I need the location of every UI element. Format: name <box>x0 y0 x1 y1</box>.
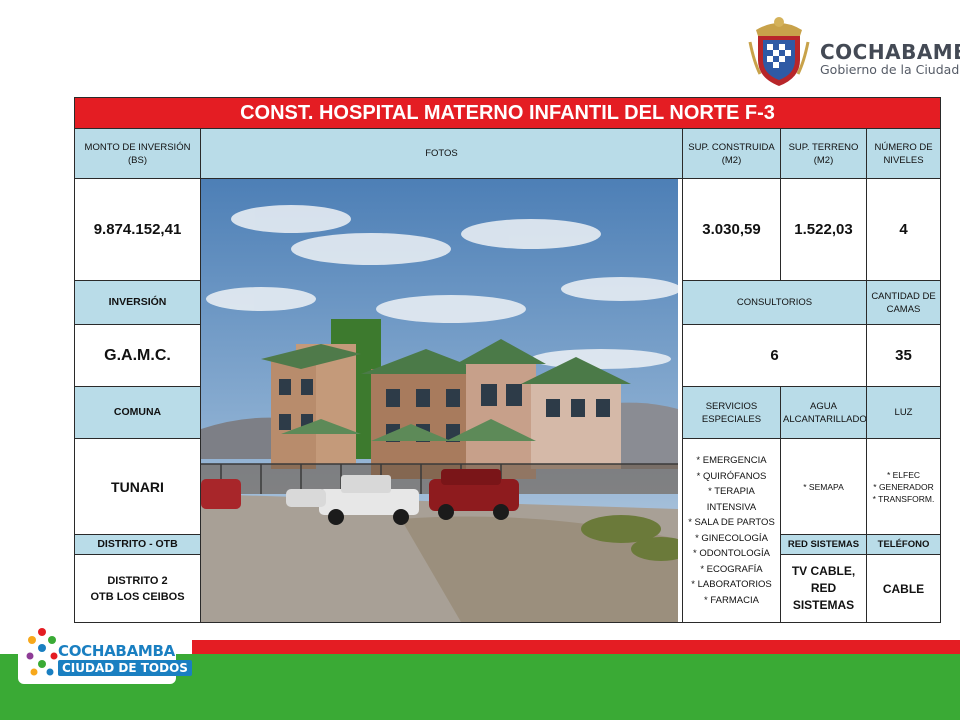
luz-list: * ELFEC * GENERADOR * TRANSFORM. <box>865 438 942 535</box>
project-title: CONST. HOSPITAL MATERNO INFANTIL DEL NOR… <box>73 97 942 129</box>
value-red: TV CABLE, RED SISTEMAS <box>780 554 867 623</box>
servicio-item: * SALA DE PARTOS <box>688 517 775 528</box>
value-comuna: TUNARI <box>74 438 201 535</box>
otb-line: OTB LOS CEIBOS <box>90 590 185 603</box>
servicio-item: * ECOGRAFÍA <box>700 563 763 575</box>
header-distrito: DISTRITO - OTB <box>74 534 201 555</box>
header-servicios: SERVICIOS ESPECIALES <box>682 386 781 439</box>
government-title: COCHABAMBA <box>820 40 960 64</box>
luz-item: * GENERADOR <box>873 481 934 492</box>
header-comuna: COMUNA <box>74 386 201 439</box>
value-sup-terreno: 1.522,03 <box>780 178 867 281</box>
header-sup-terreno: SUP. TERRENO (M2) <box>780 128 867 179</box>
city-logo-icon <box>26 628 58 676</box>
coat-of-arms-icon <box>748 17 810 86</box>
value-monto: 9.874.152,41 <box>74 178 201 281</box>
servicio-item: * GINECOLOGÍA <box>695 532 768 544</box>
value-niveles: 4 <box>865 178 942 281</box>
distrito-line: DISTRITO 2 <box>107 574 168 587</box>
servicio-item: * EMERGENCIA <box>696 455 767 466</box>
header-monto: MONTO DE INVERSIÓN (BS) <box>74 128 201 179</box>
footer-red-band <box>192 640 960 654</box>
government-subtitle: Gobierno de la Ciudad <box>820 62 960 77</box>
hospital-photo <box>201 179 678 622</box>
value-agua: * SEMAPA <box>780 438 867 535</box>
header-camas: CANTIDAD DE CAMAS <box>865 280 942 325</box>
header-agua: AGUA ALCANTARILLADO <box>780 386 867 439</box>
value-sup-construida: 3.030,59 <box>682 178 781 281</box>
servicio-item: * TERAPIA INTENSIVA <box>706 486 757 513</box>
header-niveles: NÚMERO DE NIVELES <box>865 128 942 179</box>
header-fotos: FOTOS <box>200 128 683 179</box>
luz-item: * TRANSFORM. <box>872 493 935 504</box>
servicio-item: * QUIRÓFANOS <box>696 470 767 482</box>
value-camas: 35 <box>865 324 942 387</box>
servicio-item: * FARMACIA <box>704 594 759 606</box>
header-luz: LUZ <box>865 386 942 439</box>
header-consultorios: CONSULTORIOS <box>682 280 867 325</box>
city-logo-name: COCHABAMBA <box>58 642 175 660</box>
servicio-item: * LABORATORIOS <box>691 579 772 590</box>
value-distrito: DISTRITO 2 OTB LOS CEIBOS <box>74 554 201 623</box>
servicios-list: * EMERGENCIA * QUIRÓFANOS * TERAPIA INTE… <box>682 438 781 623</box>
header-inversion: INVERSIÓN <box>74 280 201 325</box>
city-logo-slogan: CIUDAD DE TODOS <box>58 660 192 676</box>
header-telefono: TELÉFONO <box>865 534 942 555</box>
servicio-item: * ODONTOLOGÍA <box>693 548 770 559</box>
header-red: RED SISTEMAS <box>780 534 867 555</box>
value-telefono: CABLE <box>865 554 942 623</box>
value-inversion: G.A.M.C. <box>74 324 201 387</box>
luz-item: * ELFEC <box>886 469 921 480</box>
value-consultorios: 6 <box>682 324 867 387</box>
header-sup-construida: SUP. CONSTRUIDA (M2) <box>682 128 781 179</box>
